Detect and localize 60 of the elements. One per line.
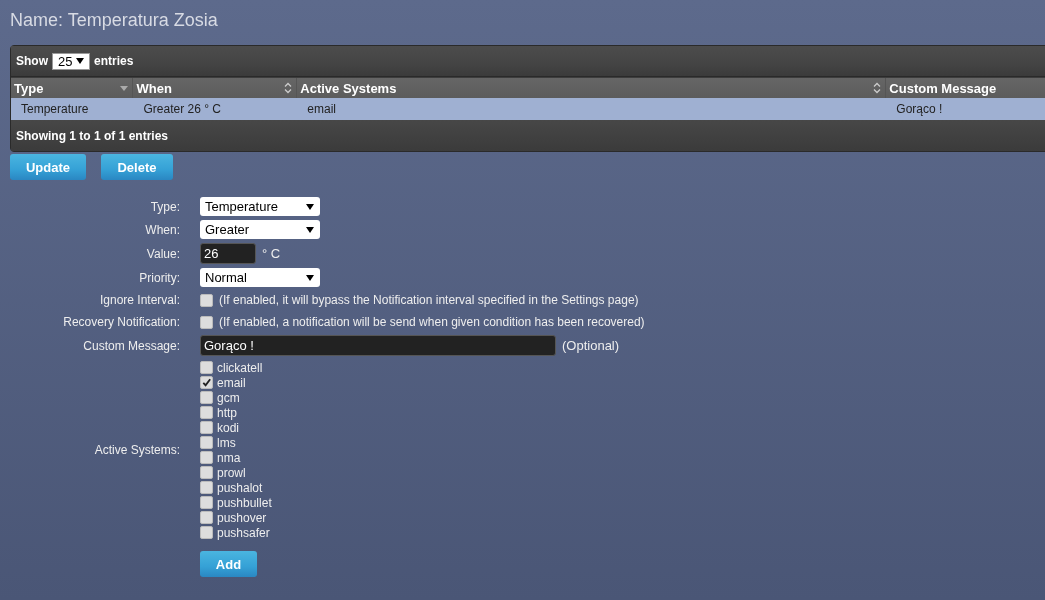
caret-icon <box>306 226 314 233</box>
field-label: Recovery Notification: <box>62 315 180 329</box>
checkbox[interactable] <box>200 315 213 329</box>
system-checkbox[interactable]: pushsafer <box>200 525 1045 540</box>
field-label: Active Systems: <box>93 443 180 457</box>
checkbox[interactable] <box>200 451 213 464</box>
system-checkbox[interactable]: lms <box>200 435 1045 450</box>
checkbox[interactable] <box>200 391 213 404</box>
field-label: Type: <box>149 199 180 214</box>
table-cell-text: Greater 26 ° C <box>142 102 222 116</box>
checkbox[interactable] <box>200 481 213 494</box>
when-dropdown[interactable]: Greater <box>200 220 320 239</box>
checkbox[interactable] <box>200 293 213 307</box>
caret-icon <box>306 203 314 210</box>
system-checkbox[interactable]: pushover <box>200 510 1045 525</box>
priority-dropdown[interactable]: Normal <box>200 268 320 287</box>
unit-label: ° C <box>262 246 281 261</box>
checkbox[interactable] <box>200 406 213 419</box>
value-input[interactable]: 26 <box>200 243 256 264</box>
table-cell-text: email <box>306 102 337 116</box>
table-info: Showing 1 to 1 of 1 entries <box>16 128 169 143</box>
caret-icon <box>306 274 314 281</box>
system-checkbox[interactable]: nma <box>200 450 1045 465</box>
table-row[interactable]: Temperature Greater 26 ° C email Gorąco ! <box>11 98 1045 120</box>
field-label: Custom Message: <box>82 338 180 353</box>
entries-dropdown[interactable]: 25 <box>52 52 90 70</box>
checkbox[interactable] <box>200 436 213 449</box>
system-checkbox[interactable]: pushbullet <box>200 495 1045 510</box>
system-checkbox[interactable]: kodi <box>200 420 1045 435</box>
table-cell-text: Gorąco ! <box>895 102 944 116</box>
table-cell-text: Temperature <box>20 102 90 116</box>
hint-text: (If enabled, it will bypass the Notification interval specified in the Settings page) <box>219 293 639 307</box>
system-checkbox[interactable]: prowl <box>200 465 1045 480</box>
sort-icon <box>873 82 882 94</box>
field-label: Ignore Interval: <box>98 293 180 307</box>
checkbox[interactable] <box>200 496 213 509</box>
checkbox[interactable] <box>200 361 213 374</box>
show-label: Show <box>16 54 48 68</box>
sort-icon <box>284 82 293 94</box>
checkbox[interactable] <box>200 526 213 539</box>
field-label: When: <box>144 222 180 237</box>
system-checkbox[interactable]: email <box>200 375 1045 390</box>
type-dropdown[interactable]: Temperature <box>200 197 320 216</box>
field-label: Value: <box>145 246 180 261</box>
hint-text: (If enabled, a notification will be send when given condition has been recovered) <box>219 315 645 329</box>
caret-icon <box>76 58 84 64</box>
checkbox[interactable] <box>200 511 213 524</box>
page-title: Name: Temperatura Zosia <box>10 10 219 32</box>
optional-note: (Optional) <box>562 338 620 353</box>
system-checkbox[interactable]: http <box>200 405 1045 420</box>
checkbox[interactable] <box>200 421 213 434</box>
system-checkbox[interactable]: pushalot <box>200 480 1045 495</box>
system-checkbox[interactable]: clickatell <box>200 360 1045 375</box>
entries-label: entries <box>94 54 134 68</box>
field-label: Priority: <box>138 270 180 285</box>
checkbox[interactable] <box>200 376 213 389</box>
system-checkbox[interactable]: gcm <box>200 390 1045 405</box>
sort-descending-icon <box>120 85 129 91</box>
custom-message-input[interactable]: Gorąco ! <box>200 335 556 356</box>
checkbox[interactable] <box>200 466 213 479</box>
